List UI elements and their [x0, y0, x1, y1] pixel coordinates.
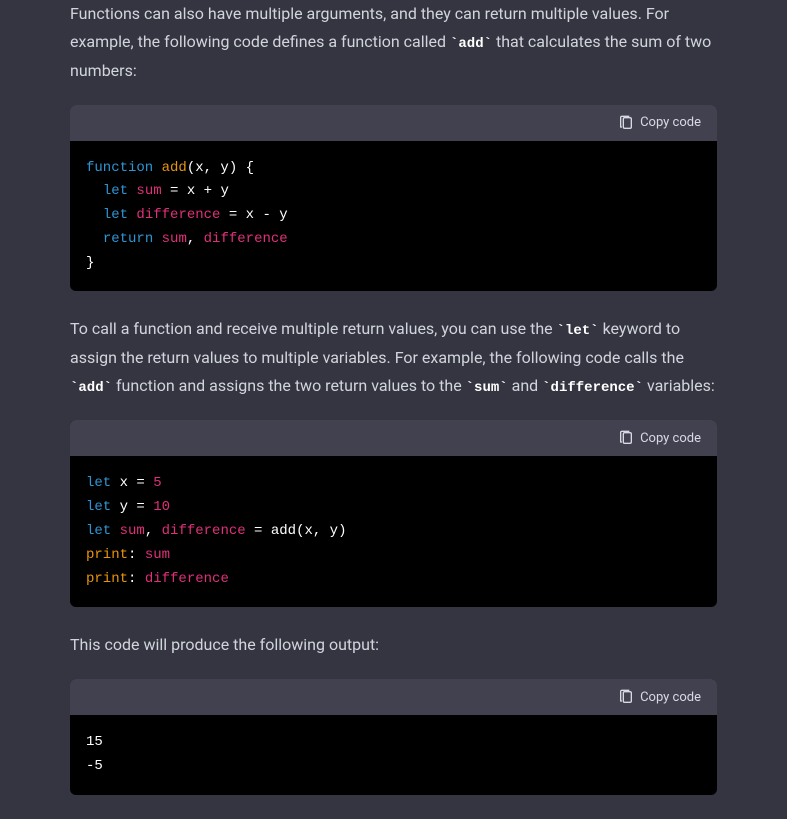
code-content: 15 -5: [70, 715, 717, 795]
paragraph-1: Functions can also have multiple argumen…: [70, 0, 717, 85]
inline-code-add: `add`: [70, 380, 112, 396]
code-block-3: Copy code 15 -5: [70, 679, 717, 795]
text: and: [508, 376, 543, 395]
code-content: let x = 5 let y = 10 let sum, difference…: [70, 456, 717, 607]
code-header: Copy code: [70, 420, 717, 456]
text: variables:: [643, 376, 715, 395]
code-header: Copy code: [70, 105, 717, 141]
code-block-1: Copy code function add(x, y) { let sum =…: [70, 105, 717, 292]
clipboard-icon: [618, 115, 634, 131]
inline-code-sum: `sum`: [466, 380, 508, 396]
clipboard-icon: [618, 689, 634, 705]
text: function and assigns the two return valu…: [112, 376, 466, 395]
inline-code-let: `let`: [557, 323, 599, 339]
copy-code-button[interactable]: Copy code: [618, 115, 701, 131]
paragraph-3: This code will produce the following out…: [70, 631, 717, 659]
text: This code will produce the following out…: [70, 635, 379, 654]
code-block-2: Copy code let x = 5 let y = 10 let sum, …: [70, 420, 717, 607]
clipboard-icon: [618, 430, 634, 446]
inline-code-difference: `difference`: [542, 380, 643, 396]
copy-code-label: Copy code: [640, 431, 701, 446]
text: To call a function and receive multiple …: [70, 319, 557, 338]
copy-code-button[interactable]: Copy code: [618, 689, 701, 705]
code-header: Copy code: [70, 679, 717, 715]
copy-code-label: Copy code: [640, 115, 701, 130]
inline-code-add: `add`: [450, 36, 492, 52]
copy-code-label: Copy code: [640, 690, 701, 705]
copy-code-button[interactable]: Copy code: [618, 430, 701, 446]
code-content: function add(x, y) { let sum = x + y let…: [70, 141, 717, 292]
paragraph-2: To call a function and receive multiple …: [70, 315, 717, 400]
